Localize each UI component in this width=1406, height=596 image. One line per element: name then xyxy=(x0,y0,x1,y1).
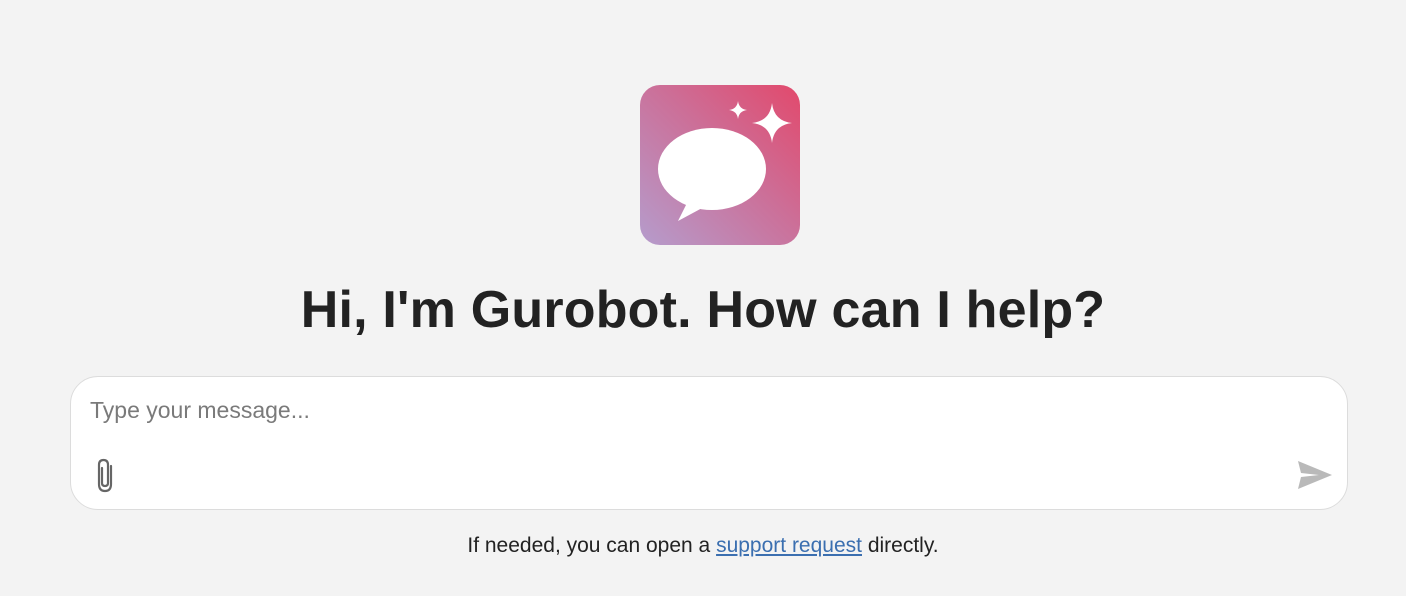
message-input[interactable] xyxy=(90,397,1270,431)
message-composer xyxy=(70,376,1348,510)
support-note-suffix: directly. xyxy=(862,534,939,557)
gurobot-logo xyxy=(640,85,800,245)
paperclip-icon[interactable] xyxy=(93,457,121,495)
support-request-link[interactable]: support request xyxy=(716,534,862,557)
support-note-prefix: If needed, you can open a xyxy=(467,534,717,557)
chat-sparkle-icon xyxy=(640,85,800,245)
support-note: If needed, you can open a support reques… xyxy=(0,532,1406,560)
send-icon[interactable] xyxy=(1295,457,1335,493)
page-title: Hi, I'm Gurobot. How can I help? xyxy=(300,281,1106,339)
chat-landing: Hi, I'm Gurobot. How can I help? If need… xyxy=(0,0,1406,596)
